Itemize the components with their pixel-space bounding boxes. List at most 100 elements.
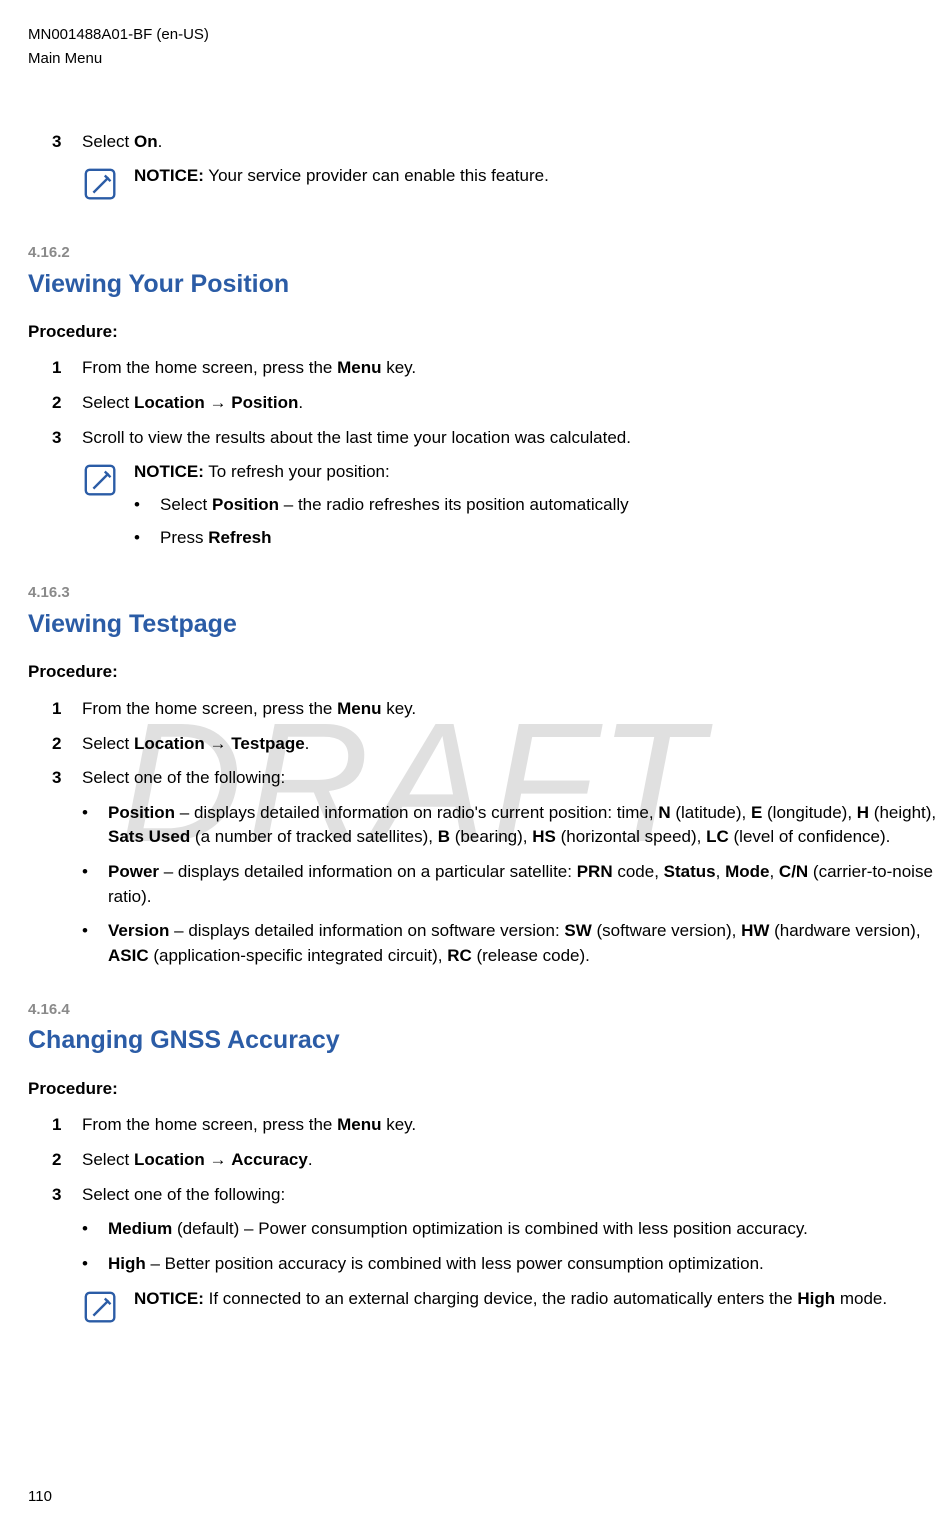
testpage-label: Testpage [231, 734, 304, 753]
t: – Better position accuracy is combined w… [146, 1254, 764, 1273]
notice-text: To refresh your position: [204, 462, 390, 481]
power-bold: Power [108, 862, 159, 881]
step-text: From the home screen, press the Menu key… [82, 697, 947, 722]
b-bold: B [438, 827, 450, 846]
cn-bold: C/N [779, 862, 808, 881]
text: Press [160, 528, 208, 547]
bullet-dot: • [82, 1252, 108, 1277]
text: From the home screen, press the [82, 1115, 337, 1134]
arrow: → [205, 1150, 231, 1169]
step-text: Select On. [82, 130, 947, 155]
asic-bold: ASIC [108, 946, 149, 965]
section-number: 4.16.4 [28, 999, 947, 1021]
t: (latitude), [671, 803, 751, 822]
step-number: 1 [52, 1113, 82, 1138]
notice-text: Your service provider can enable this fe… [204, 166, 549, 185]
bullet-text: Press Refresh [160, 526, 272, 551]
procedure-label: Procedure: [28, 1077, 947, 1102]
section-title: Viewing Testpage [28, 606, 947, 642]
page-number: 110 [28, 1486, 52, 1508]
bullet-dot: • [82, 801, 108, 850]
e-bold: E [751, 803, 762, 822]
step-text: Select Location → Position. [82, 391, 947, 416]
high-bold: High [108, 1254, 146, 1273]
medium-bold: Medium [108, 1219, 172, 1238]
step-text: Scroll to view the results about the las… [82, 426, 947, 451]
sec1-step3: 3 Scroll to view the results about the l… [52, 426, 947, 451]
notice-icon [82, 166, 120, 212]
text: . [305, 734, 310, 753]
position-bold: Position [108, 803, 175, 822]
notice-content: NOTICE: If connected to an external char… [134, 1287, 947, 1312]
t: (longitude), [762, 803, 857, 822]
notice-label: NOTICE: [134, 166, 204, 185]
t: – displays detailed information on softw… [169, 921, 564, 940]
bullet-dot: • [82, 919, 108, 968]
prn-bold: PRN [577, 862, 613, 881]
sats-bold: Sats Used [108, 827, 190, 846]
text: . [298, 393, 303, 412]
t: code, [613, 862, 664, 881]
location-label: Location [134, 734, 205, 753]
text: key. [382, 699, 417, 718]
section-number: 4.16.2 [28, 242, 947, 264]
t: , [769, 862, 778, 881]
section-title: Changing GNSS Accuracy [28, 1022, 947, 1058]
t: (level of confidence). [729, 827, 891, 846]
bullet-text: High – Better position accuracy is combi… [108, 1252, 764, 1277]
t: (horizontal speed), [556, 827, 706, 846]
t: (a number of tracked satellites), [190, 827, 438, 846]
sec2-bullet3: • Version – displays detailed informatio… [82, 919, 947, 968]
step-number: 3 [52, 1183, 82, 1208]
location-label: Location [134, 1150, 205, 1169]
sec3-step1: 1 From the home screen, press the Menu k… [52, 1113, 947, 1138]
t: (release code). [472, 946, 590, 965]
step-text: Select Location → Testpage. [82, 732, 947, 757]
bullet-text: Medium (default) – Power consumption opt… [108, 1217, 808, 1242]
sec3-notice: NOTICE: If connected to an external char… [82, 1287, 947, 1335]
lc-bold: LC [706, 827, 729, 846]
version-bold: Version [108, 921, 169, 940]
sec2-step2: 2 Select Location → Testpage. [52, 732, 947, 757]
text: – the radio refreshes its position autom… [279, 495, 629, 514]
t: (bearing), [450, 827, 532, 846]
t: – displays detailed information on a par… [159, 862, 577, 881]
bullet-dot: • [82, 860, 108, 909]
t: (application-specific integrated circuit… [149, 946, 448, 965]
intro-step-3: 3 Select On. [52, 130, 947, 155]
hs-bold: HS [532, 827, 556, 846]
text: key. [382, 358, 417, 377]
sec1-step1: 1 From the home screen, press the Menu k… [52, 356, 947, 381]
sec3-bullet1: • Medium (default) – Power consumption o… [82, 1217, 947, 1242]
text: From the home screen, press the [82, 358, 337, 377]
notice-icon [82, 462, 120, 508]
menu-label: Menu [337, 358, 381, 377]
step-number: 2 [52, 732, 82, 757]
text: Select [82, 1150, 134, 1169]
step-text: Select one of the following: [82, 1183, 947, 1208]
sw-bold: SW [564, 921, 591, 940]
t: (height), [869, 803, 936, 822]
section-number: 4.16.3 [28, 582, 947, 604]
text: . [158, 132, 163, 151]
mode-bold: Mode [725, 862, 769, 881]
sec3-step2: 2 Select Location → Accuracy. [52, 1148, 947, 1173]
notice-label: NOTICE: [134, 1289, 204, 1308]
t: – displays detailed information on radio… [175, 803, 658, 822]
notice-bullet-1: • Select Position – the radio refreshes … [134, 493, 947, 518]
rc-bold: RC [447, 946, 472, 965]
notice-icon [82, 1289, 120, 1335]
section-name: Main Menu [28, 48, 947, 70]
text: Select [82, 393, 134, 412]
procedure-label: Procedure: [28, 320, 947, 345]
step-text: Select Location → Accuracy. [82, 1148, 947, 1173]
accuracy-label: Accuracy [231, 1150, 308, 1169]
step-number: 3 [52, 766, 82, 791]
notice-bullet-2: • Press Refresh [134, 526, 947, 551]
t: (hardware version), [769, 921, 920, 940]
t: (software version), [592, 921, 741, 940]
text: key. [382, 1115, 417, 1134]
bullet-dot: • [134, 493, 160, 518]
t: (default) – Power consumption optimizati… [172, 1219, 808, 1238]
t: , [716, 862, 725, 881]
